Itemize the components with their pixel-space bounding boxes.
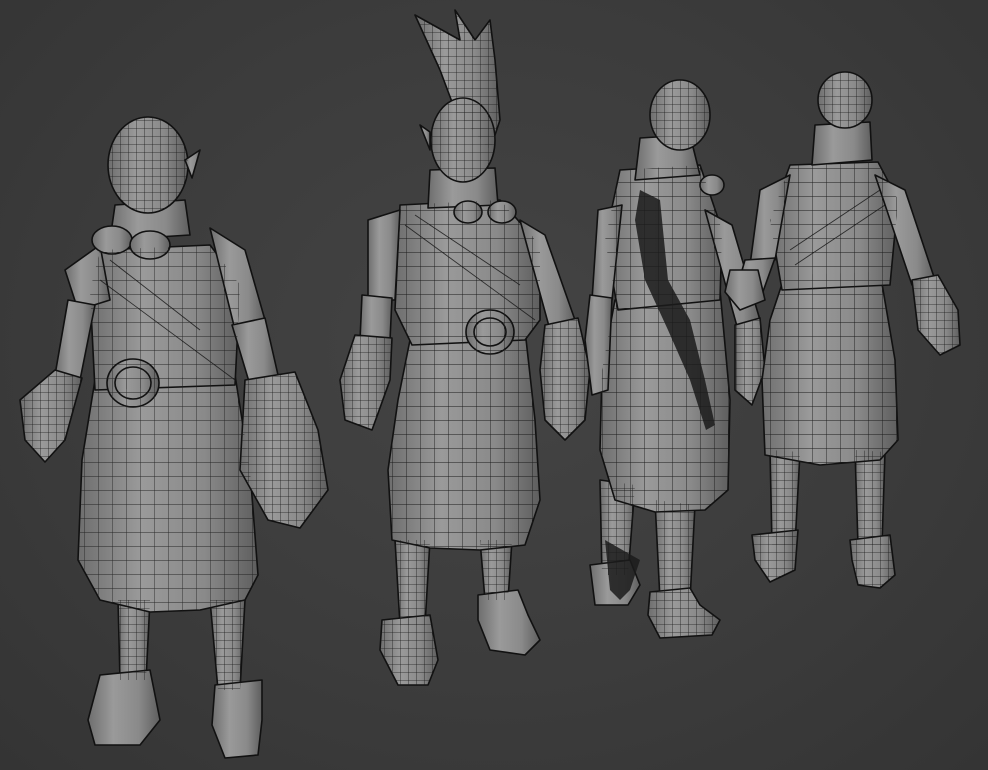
character-model-2[interactable] (339, 9, 591, 686)
wireframe-render (19, 9, 961, 759)
3d-viewport[interactable] (0, 0, 988, 770)
character-model-3[interactable] (584, 79, 766, 639)
character-model-1[interactable] (19, 116, 329, 759)
